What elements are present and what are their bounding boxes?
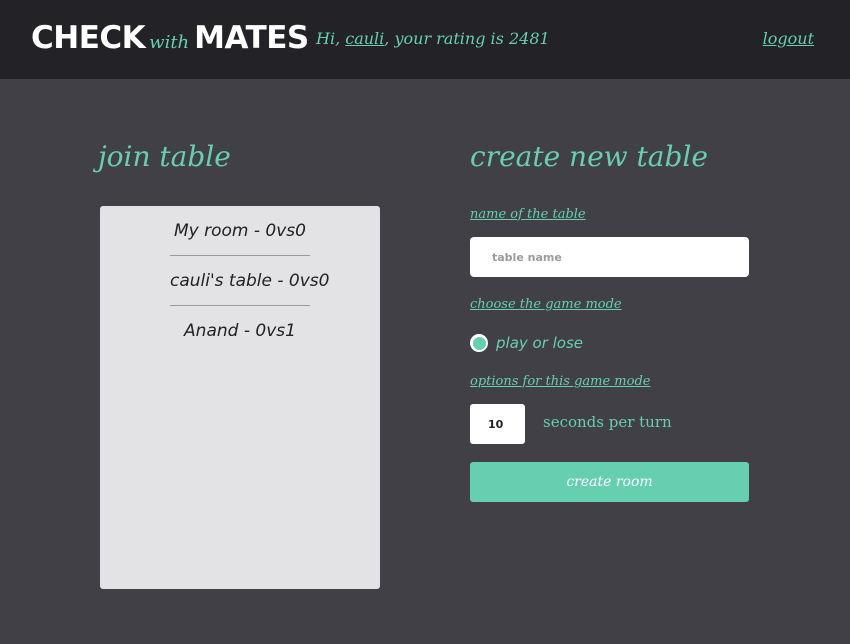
table-name-label: name of the table xyxy=(470,207,586,222)
seconds-input[interactable] xyxy=(470,404,525,444)
room-label: Anand - 0vs1 xyxy=(184,321,296,341)
logo-with: with xyxy=(149,32,190,53)
username-link[interactable]: cauli xyxy=(345,29,384,48)
room-label: My room - 0vs0 xyxy=(174,221,306,241)
radio-selected-dot xyxy=(472,336,486,350)
greeting: Hi, cauli, your rating is 2481 xyxy=(316,29,550,48)
create-table-heading: create new table xyxy=(470,140,708,173)
logout-link[interactable]: logout xyxy=(763,29,814,48)
room-divider xyxy=(170,305,310,306)
room-divider xyxy=(170,255,310,256)
logo: CHECK with MATES xyxy=(31,20,309,60)
room-item[interactable]: Anand - 0vs1 xyxy=(170,318,310,368)
game-mode-option-label: play or lose xyxy=(496,334,584,352)
room-list: My room - 0vs0 cauli's table - 0vs0 Anan… xyxy=(100,206,380,589)
create-room-button[interactable]: create room xyxy=(470,462,749,502)
table-name-input[interactable] xyxy=(470,237,749,277)
room-item[interactable]: My room - 0vs0 xyxy=(170,218,310,268)
game-options-label: options for this game mode xyxy=(470,374,651,389)
logo-mates: MATES xyxy=(194,20,309,56)
room-label: cauli's table - 0vs0 xyxy=(170,271,330,291)
game-mode-label: choose the game mode xyxy=(470,297,622,312)
room-item[interactable]: cauli's table - 0vs0 xyxy=(170,268,329,318)
rating-text: , your rating is 2481 xyxy=(384,29,550,48)
join-table-heading: join table xyxy=(98,140,231,173)
top-bar: CHECK with MATES Hi, cauli, your rating … xyxy=(0,0,850,79)
seconds-per-turn-label: seconds per turn xyxy=(543,413,672,431)
greeting-prefix: Hi, xyxy=(316,29,346,48)
logo-check: CHECK xyxy=(31,20,146,56)
radio-button[interactable] xyxy=(470,334,488,352)
game-mode-option[interactable]: play or lose xyxy=(470,331,583,355)
